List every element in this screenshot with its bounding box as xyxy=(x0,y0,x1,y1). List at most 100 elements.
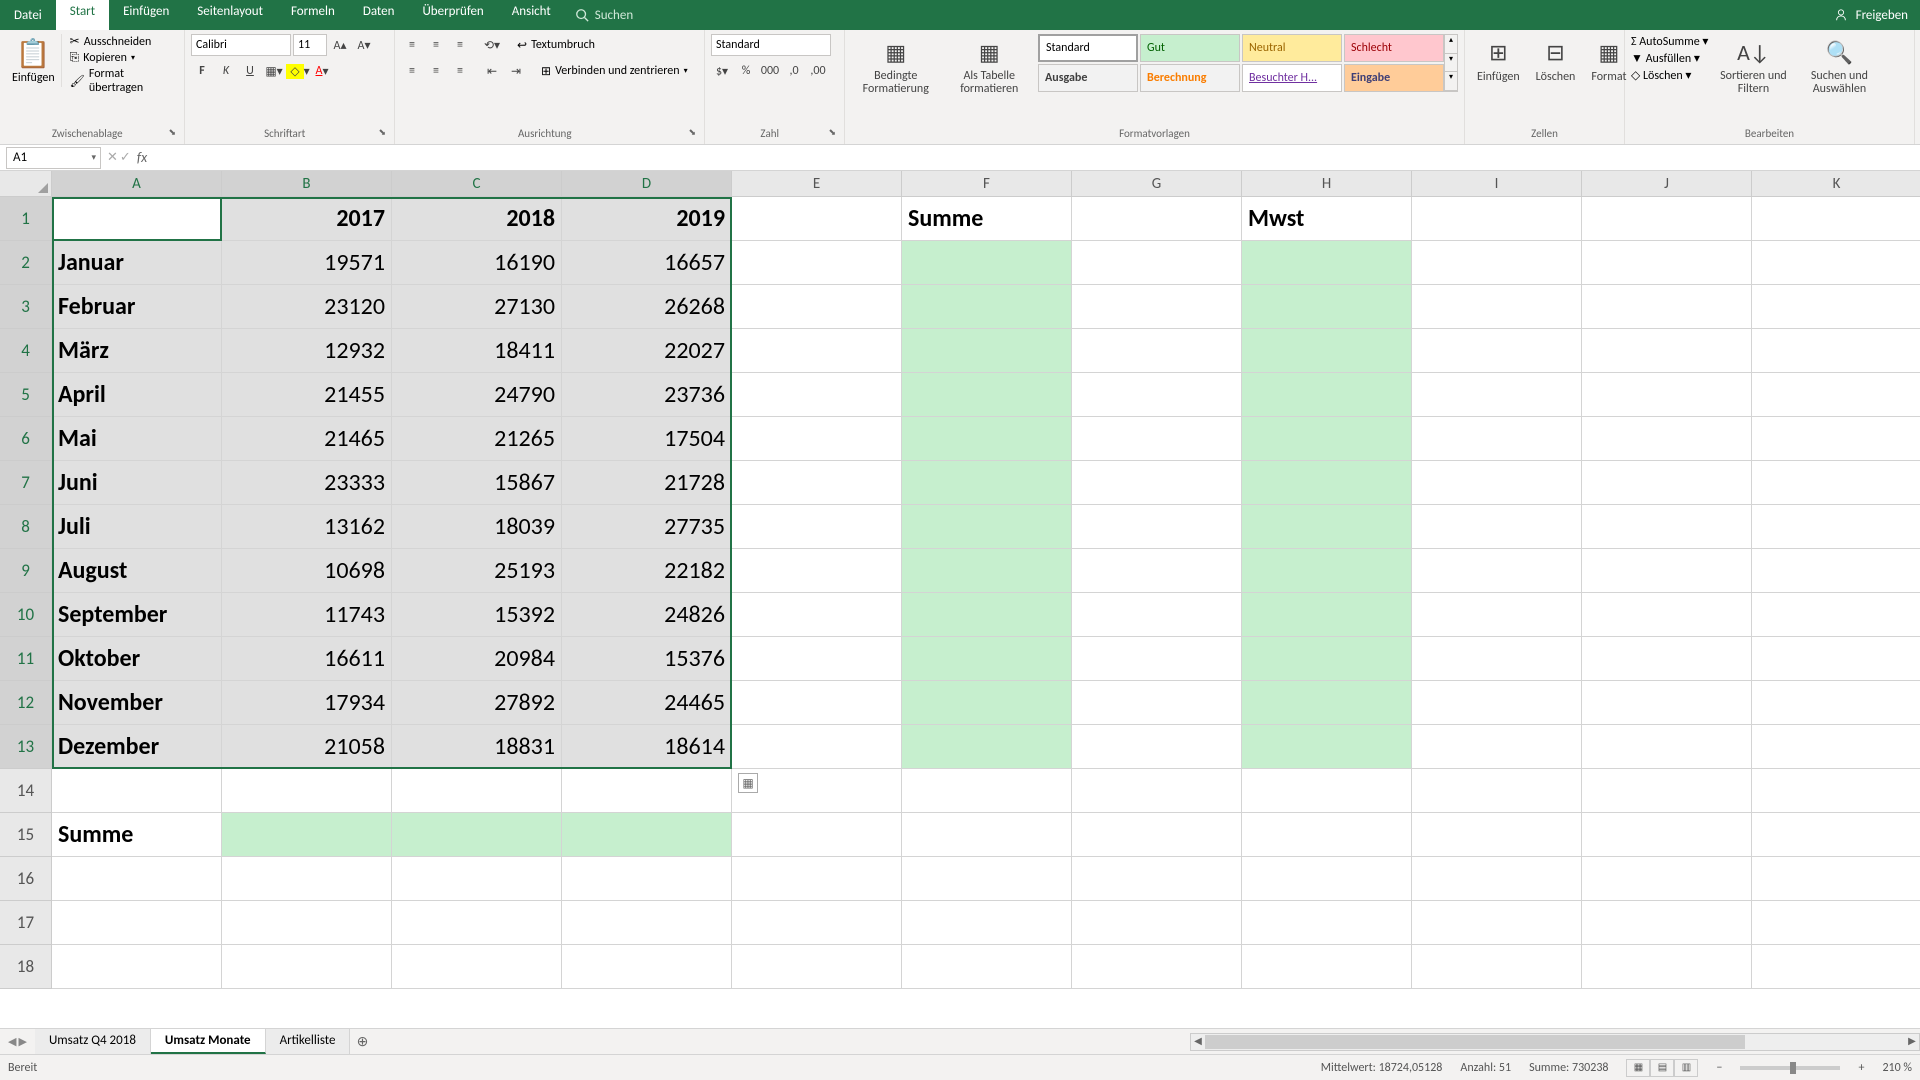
style-besuchter[interactable]: Besuchter H... xyxy=(1242,64,1342,92)
wrap-text-button[interactable]: ↩Textumbruch xyxy=(517,38,595,53)
cell[interactable] xyxy=(1412,197,1582,241)
cell[interactable] xyxy=(732,901,902,945)
cell[interactable]: September xyxy=(52,593,222,637)
cell[interactable] xyxy=(1582,769,1752,813)
cell[interactable] xyxy=(1582,329,1752,373)
cell[interactable] xyxy=(902,505,1072,549)
cell[interactable] xyxy=(1412,637,1582,681)
cell[interactable]: 25193 xyxy=(392,549,562,593)
cell[interactable] xyxy=(1242,813,1412,857)
cell[interactable]: Mwst xyxy=(1242,197,1412,241)
cell[interactable]: 2018 xyxy=(392,197,562,241)
col-header-D[interactable]: D xyxy=(562,171,732,197)
cell[interactable] xyxy=(1072,857,1242,901)
cell[interactable] xyxy=(1752,725,1920,769)
cell[interactable] xyxy=(1412,769,1582,813)
cell[interactable] xyxy=(1752,901,1920,945)
row-header-1[interactable]: 1 xyxy=(0,197,52,241)
hscroll-left[interactable]: ◀ xyxy=(1191,1034,1205,1050)
cell[interactable] xyxy=(902,329,1072,373)
cell[interactable] xyxy=(1412,725,1582,769)
cell[interactable] xyxy=(1072,505,1242,549)
row-headers[interactable]: 123456789101112131415161718 xyxy=(0,197,52,989)
worksheet-grid[interactable]: ABCDEFGHIJK 123456789101112131415161718 … xyxy=(0,171,1920,1009)
cell[interactable] xyxy=(1072,637,1242,681)
quick-analysis-button[interactable]: ▦ xyxy=(738,773,758,793)
cell[interactable]: 16657 xyxy=(562,241,732,285)
cell[interactable] xyxy=(1752,813,1920,857)
cell[interactable] xyxy=(732,813,902,857)
cell[interactable] xyxy=(1752,505,1920,549)
col-header-E[interactable]: E xyxy=(732,171,902,197)
row-header-15[interactable]: 15 xyxy=(0,813,52,857)
cell[interactable] xyxy=(1752,769,1920,813)
alignment-dialog-launcher[interactable]: ⬊ xyxy=(688,127,698,142)
cell[interactable]: 24790 xyxy=(392,373,562,417)
cell[interactable] xyxy=(732,461,902,505)
sheet-nav-prev[interactable]: ◀ xyxy=(8,1035,16,1048)
cell[interactable]: 16190 xyxy=(392,241,562,285)
cell[interactable] xyxy=(1412,373,1582,417)
cell[interactable]: 22182 xyxy=(562,549,732,593)
cell[interactable]: 24465 xyxy=(562,681,732,725)
cell[interactable] xyxy=(732,945,902,989)
cell[interactable] xyxy=(1582,285,1752,329)
align-bottom-button[interactable]: ≡ xyxy=(449,34,471,56)
cell[interactable] xyxy=(222,857,392,901)
increase-font-button[interactable]: A▴ xyxy=(329,34,351,56)
row-header-18[interactable]: 18 xyxy=(0,945,52,989)
cell[interactable] xyxy=(52,857,222,901)
increase-indent-button[interactable]: ⇥ xyxy=(505,60,527,82)
add-sheet-button[interactable]: ⊕ xyxy=(350,1033,374,1050)
cell[interactable]: November xyxy=(52,681,222,725)
currency-button[interactable]: $▾ xyxy=(711,60,733,82)
cell[interactable] xyxy=(562,945,732,989)
cell[interactable] xyxy=(732,373,902,417)
cell[interactable] xyxy=(732,857,902,901)
cell[interactable] xyxy=(1242,373,1412,417)
cell[interactable] xyxy=(1752,593,1920,637)
clipboard-dialog-launcher[interactable]: ⬊ xyxy=(168,127,178,142)
cell[interactable] xyxy=(732,549,902,593)
cell[interactable] xyxy=(52,901,222,945)
cell[interactable]: 12932 xyxy=(222,329,392,373)
cell[interactable] xyxy=(1242,945,1412,989)
cell[interactable] xyxy=(1412,681,1582,725)
sheet-nav-next[interactable]: ▶ xyxy=(18,1035,26,1048)
percent-button[interactable]: % xyxy=(735,60,757,82)
decrease-decimal-button[interactable]: ,00 xyxy=(807,60,829,82)
cell[interactable] xyxy=(1412,417,1582,461)
cell[interactable] xyxy=(1072,725,1242,769)
cell[interactable] xyxy=(52,197,222,241)
cell[interactable]: April xyxy=(52,373,222,417)
col-header-K[interactable]: K xyxy=(1752,171,1920,197)
cell[interactable] xyxy=(902,417,1072,461)
sheet-tab[interactable]: Umsatz Monate xyxy=(151,1029,266,1054)
sheet-tab[interactable]: Umsatz Q4 2018 xyxy=(35,1029,151,1054)
cell[interactable] xyxy=(1072,549,1242,593)
cell[interactable] xyxy=(1242,857,1412,901)
zoom-out-button[interactable]: − xyxy=(1716,1061,1722,1075)
cell[interactable] xyxy=(1752,549,1920,593)
cell[interactable] xyxy=(1582,813,1752,857)
fx-icon[interactable]: fx xyxy=(137,149,147,166)
cell[interactable] xyxy=(1752,329,1920,373)
cell[interactable] xyxy=(392,769,562,813)
col-header-H[interactable]: H xyxy=(1242,171,1412,197)
cell[interactable] xyxy=(1752,241,1920,285)
col-header-G[interactable]: G xyxy=(1072,171,1242,197)
cell[interactable]: 23333 xyxy=(222,461,392,505)
row-header-4[interactable]: 4 xyxy=(0,329,52,373)
row-header-5[interactable]: 5 xyxy=(0,373,52,417)
increase-decimal-button[interactable]: ,0 xyxy=(783,60,805,82)
row-header-10[interactable]: 10 xyxy=(0,593,52,637)
horizontal-scrollbar[interactable]: ◀ ▶ xyxy=(1190,1033,1920,1051)
decrease-indent-button[interactable]: ⇤ xyxy=(481,60,503,82)
row-header-3[interactable]: 3 xyxy=(0,285,52,329)
row-header-8[interactable]: 8 xyxy=(0,505,52,549)
cell[interactable]: Februar xyxy=(52,285,222,329)
cell[interactable] xyxy=(1752,945,1920,989)
hscroll-thumb[interactable] xyxy=(1205,1035,1745,1049)
cell[interactable]: Juli xyxy=(52,505,222,549)
cell[interactable] xyxy=(562,769,732,813)
